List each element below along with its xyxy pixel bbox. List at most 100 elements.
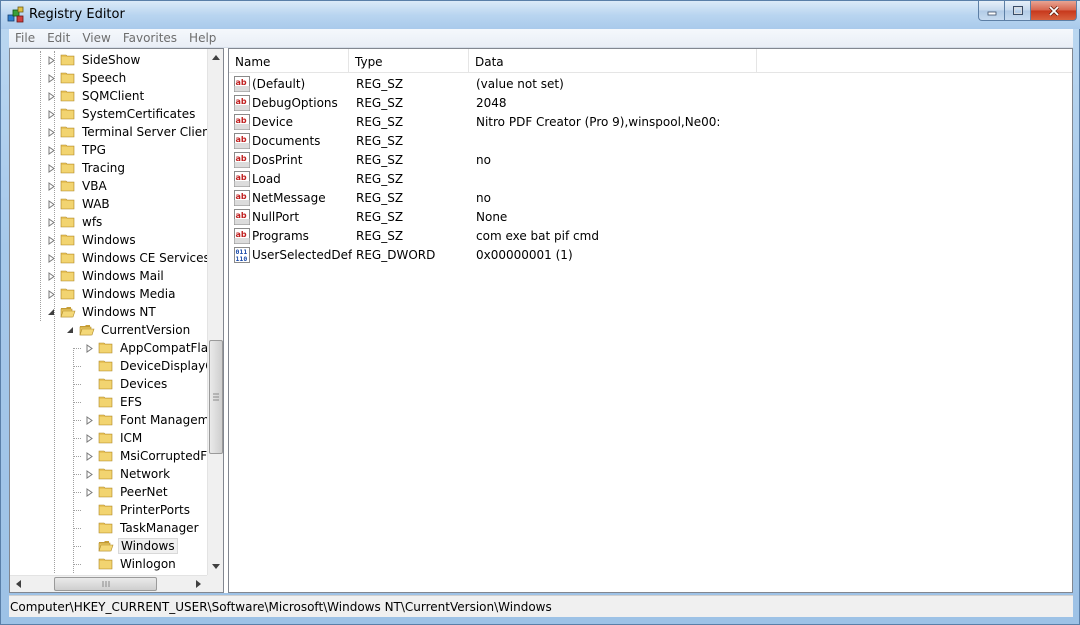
tree-item[interactable]: WAB	[46, 195, 112, 213]
tree-item[interactable]: Network	[84, 465, 172, 483]
scroll-up-button[interactable]	[208, 49, 223, 66]
tree-item[interactable]: Tracing	[46, 159, 127, 177]
value-row[interactable]: ab Load REG_SZ	[229, 170, 1072, 189]
folder-icon	[60, 197, 76, 211]
value-row[interactable]: ab Programs REG_SZ com exe bat pif cmd	[229, 227, 1072, 246]
value-name: DebugOptions	[252, 96, 338, 110]
tree-item[interactable]: Windows CE Services	[46, 249, 207, 267]
tree-item[interactable]: Windows NT	[46, 303, 158, 321]
tree-guide-line	[73, 564, 81, 565]
tree-item-label: wfs	[82, 215, 103, 229]
menu-edit[interactable]: Edit	[41, 29, 76, 48]
value-row[interactable]: ab Device REG_SZ Nitro PDF Creator (Pro 9),…	[229, 113, 1072, 132]
tree-item[interactable]: Devices	[84, 375, 169, 393]
value-type: REG_SZ	[356, 77, 404, 91]
tree-item[interactable]: Terminal Server Client	[46, 123, 207, 141]
tree-item[interactable]: DeviceDisplayOb	[84, 357, 207, 375]
value-row[interactable]: ab NullPort REG_SZ None	[229, 208, 1072, 227]
column-header-data[interactable]: Data	[469, 49, 757, 73]
maximize-button[interactable]	[1005, 1, 1031, 21]
tree-item[interactable]: Windows Mail	[46, 267, 166, 285]
tree-list: SideShow Speech SQMClient SystemCertificate…	[10, 51, 207, 575]
tree-item[interactable]: MsiCorruptedFile	[84, 447, 207, 465]
tree-item-label: MsiCorruptedFile	[120, 449, 207, 463]
tree-guide-line	[73, 510, 81, 511]
menu-favorites[interactable]: Favorites	[117, 29, 183, 48]
value-row[interactable]: ab (Default) REG_SZ (value not set)	[229, 75, 1072, 94]
tree-item[interactable]: TPG	[46, 141, 108, 159]
tree-item[interactable]: Windows	[84, 537, 178, 555]
tree-item[interactable]: Windows Media	[46, 285, 177, 303]
value-type: REG_SZ	[356, 191, 404, 205]
scroll-left-button[interactable]	[10, 576, 27, 592]
string-value-icon: ab	[234, 76, 250, 92]
tree-item-label: Devices	[120, 377, 168, 391]
tree-guide-spacer	[84, 541, 94, 551]
tree-item[interactable]: Winlogon	[84, 555, 178, 573]
menu-file[interactable]: File	[9, 29, 41, 48]
tree-item[interactable]: Font Manageme	[84, 411, 207, 429]
expand-arrow-icon[interactable]	[84, 343, 94, 353]
value-type: REG_SZ	[356, 229, 404, 243]
tree-item-label: SQMClient	[82, 89, 145, 103]
tree-item[interactable]: CurrentVersion	[65, 321, 192, 339]
tree-item[interactable]: ICM	[84, 429, 144, 447]
horizontal-scroll-thumb[interactable]	[54, 577, 157, 591]
expand-arrow-icon[interactable]	[84, 415, 94, 425]
tree-item[interactable]: Windows	[46, 231, 138, 249]
menu-help[interactable]: Help	[183, 29, 222, 48]
arrow-down-icon	[212, 564, 220, 569]
tree-item[interactable]: EFS	[84, 393, 144, 411]
scroll-down-button[interactable]	[208, 558, 223, 575]
tree-item-label: Font Manageme	[120, 413, 207, 427]
menu-bar: File Edit View Favorites Help	[9, 29, 1073, 48]
folder-icon	[98, 521, 114, 535]
folder-icon	[98, 467, 114, 481]
close-icon	[1048, 5, 1059, 16]
value-name: Load	[252, 172, 281, 186]
column-header-name[interactable]: Name	[229, 49, 349, 73]
value-data: 0x00000001 (1)	[476, 248, 573, 262]
tree-guide-line	[73, 528, 81, 529]
arrow-up-icon	[212, 55, 220, 60]
expand-arrow-icon[interactable]	[84, 433, 94, 443]
tree-item[interactable]: SystemCertificates	[46, 105, 197, 123]
tree-guide-line	[73, 456, 81, 457]
tree-item[interactable]: PeerNet	[84, 483, 170, 501]
folder-open-icon	[98, 539, 114, 553]
column-header-type[interactable]: Type	[349, 49, 469, 73]
tree-item[interactable]: SQMClient	[46, 87, 146, 105]
tree-item[interactable]: VBA	[46, 177, 109, 195]
tree-item-label: AppCompatFlag	[120, 341, 207, 355]
tree-item[interactable]: Speech	[46, 69, 128, 87]
string-value-icon: ab	[234, 114, 250, 130]
value-row[interactable]: ab DosPrint REG_SZ no	[229, 151, 1072, 170]
string-value-icon: ab	[234, 209, 250, 225]
tree-item[interactable]: AppCompatFlag	[84, 339, 207, 357]
tree-guide-line	[54, 51, 55, 573]
values-list[interactable]: Name Type Data ab (Default) REG_SZ (value n…	[228, 48, 1073, 593]
tree-horizontal-scrollbar[interactable]	[10, 575, 207, 592]
scroll-right-button[interactable]	[190, 576, 207, 592]
value-row[interactable]: ab DebugOptions REG_SZ 2048	[229, 94, 1072, 113]
value-row[interactable]: ab Documents REG_SZ	[229, 132, 1072, 151]
tree-item-label: Windows Mail	[82, 269, 164, 283]
vertical-scroll-thumb[interactable]	[209, 340, 223, 454]
tree-item[interactable]: TaskManager	[84, 519, 201, 537]
tree-item[interactable]: SideShow	[46, 51, 142, 69]
tree-vertical-scrollbar[interactable]	[207, 49, 223, 575]
expand-arrow-icon[interactable]	[84, 469, 94, 479]
minimize-button[interactable]	[978, 1, 1005, 21]
tree-item-label: CurrentVersion	[101, 323, 191, 337]
menu-view[interactable]: View	[76, 29, 116, 48]
tree-item[interactable]: PrinterPorts	[84, 501, 192, 519]
folder-icon	[98, 503, 114, 517]
expand-arrow-icon[interactable]	[84, 487, 94, 497]
key-tree[interactable]: SideShow Speech SQMClient SystemCertificate…	[9, 48, 224, 593]
expand-arrow-icon[interactable]	[84, 451, 94, 461]
value-row[interactable]: ab NetMessage REG_SZ no	[229, 189, 1072, 208]
collapse-arrow-icon[interactable]	[65, 325, 75, 335]
title-bar[interactable]: Registry Editor	[1, 1, 1080, 29]
close-button[interactable]	[1031, 1, 1077, 21]
value-row[interactable]: 011 110 UserSelectedDef... REG_DWORD 0x00000…	[229, 246, 1072, 265]
